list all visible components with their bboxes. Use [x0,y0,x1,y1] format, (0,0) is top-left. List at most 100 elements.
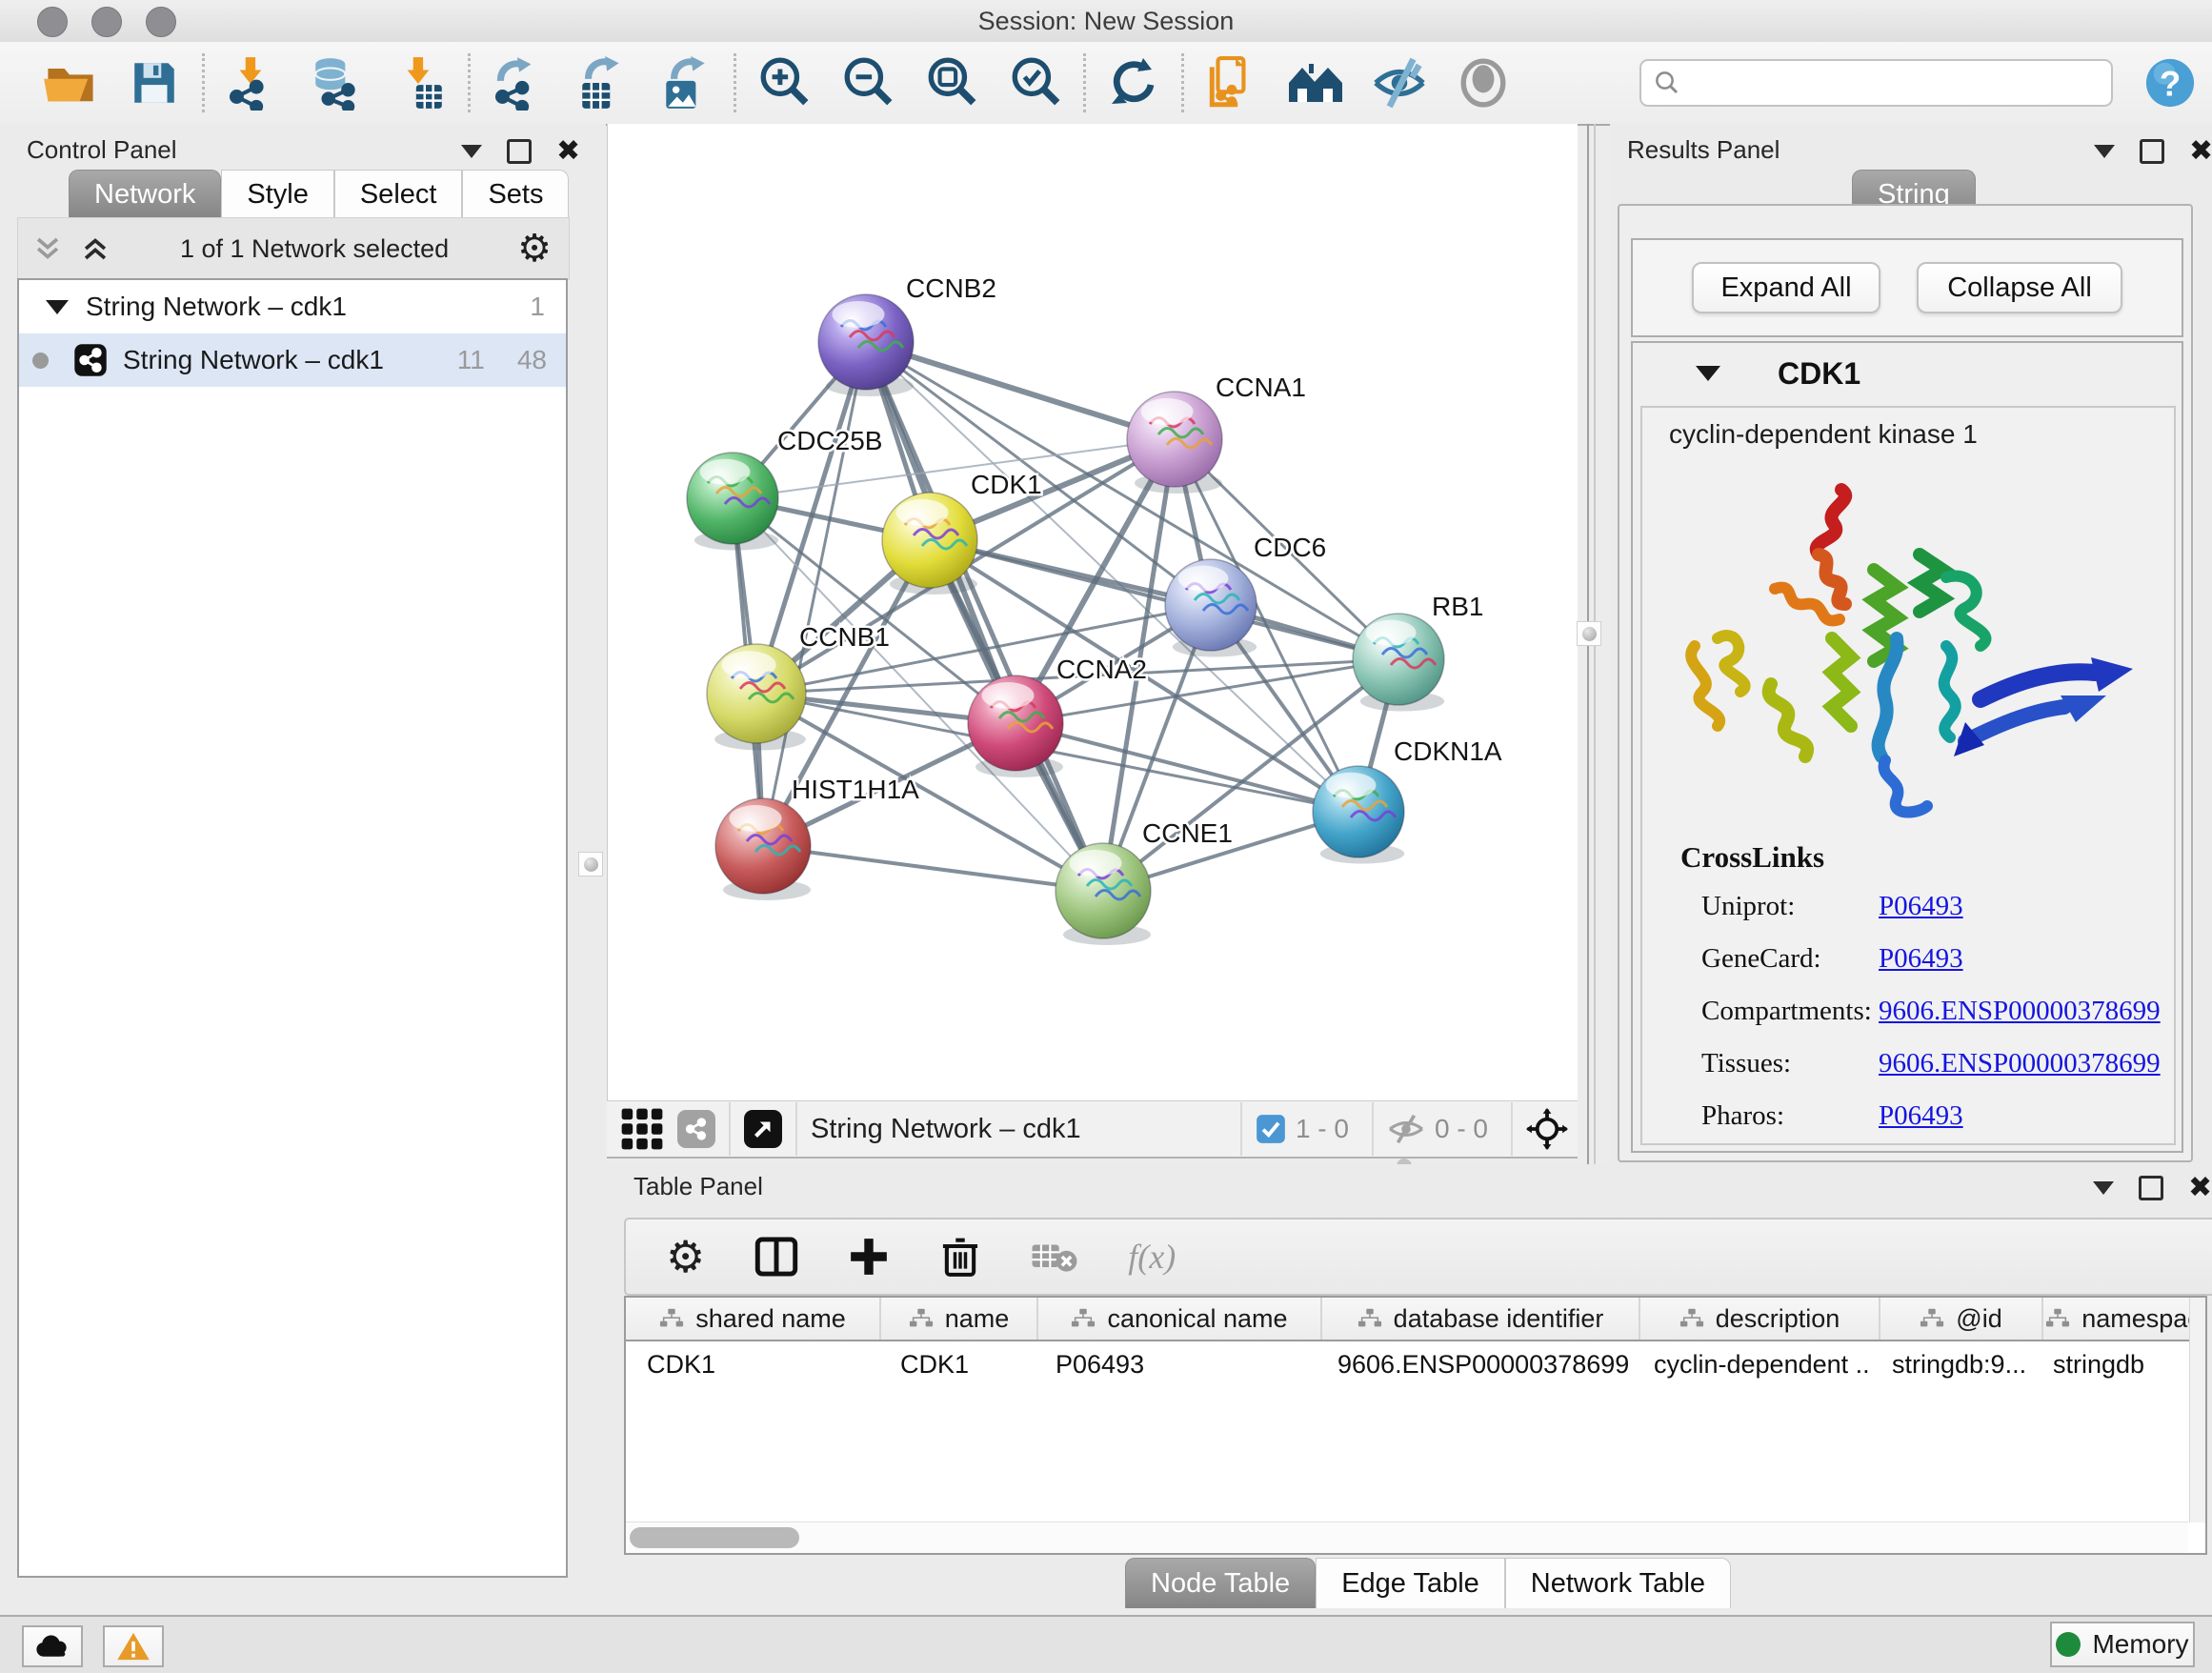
hide-glass-button[interactable] [1357,52,1441,113]
tab-select[interactable]: Select [334,170,463,218]
table-vertical-scrollbar[interactable] [2189,1298,2205,1522]
export-table-button[interactable] [560,52,644,113]
column-header--id[interactable]: @id [1879,1298,2041,1340]
import-network-file-button[interactable] [211,52,294,113]
hscrollbar-thumb[interactable] [630,1527,799,1548]
tab-network-table[interactable]: Network Table [1505,1558,1731,1608]
control-panel-close-icon[interactable]: ✖ [556,142,580,161]
crosslink-link[interactable]: 9606.ENSP00000378699 [1879,996,2161,1027]
crosshair-navigate-icon[interactable] [1526,1108,1568,1150]
network-node-CCNA1[interactable] [1127,392,1222,494]
share-view-icon[interactable] [677,1110,715,1148]
network-node-HIST1H1A[interactable] [715,798,811,900]
selected-checkbox-icon[interactable] [1256,1114,1286,1144]
help-button[interactable]: ? [2128,52,2212,113]
network-node-RB1[interactable] [1353,614,1444,712]
network-node-CDKN1A[interactable] [1313,766,1404,864]
create-column-plus-icon[interactable] [848,1236,890,1278]
table-options-gear-icon[interactable]: ⚙ [666,1231,705,1282]
show-columns-icon[interactable] [754,1235,798,1279]
network-edge[interactable] [763,846,1103,891]
tab-style[interactable]: Style [221,170,333,218]
network-canvas[interactable]: CCNB2CCNA1CDC25BCDK1CDC6RB1CCNB1CCNA2CDK… [607,124,1578,1100]
tab-node-table[interactable]: Node Table [1125,1558,1316,1608]
zoom-in-button[interactable] [742,52,826,113]
network-collection-row[interactable]: String Network – cdk1 1 [19,280,566,333]
delete-column-trash-icon[interactable] [939,1236,981,1278]
column-header-namespace[interactable]: namespace [2041,1298,2207,1340]
string-import-button[interactable] [1190,52,1274,113]
network-edge[interactable] [866,342,1103,891]
tree-expand-icon[interactable] [46,300,69,314]
warnings-button[interactable] [103,1625,164,1667]
network-options-gear-icon[interactable]: ⚙ [517,227,552,271]
expand-all-button[interactable]: Expand All [1692,262,1880,313]
tab-network[interactable]: Network [69,170,221,218]
results-panel-float-icon[interactable] [2140,139,2164,164]
column-header-description[interactable]: description [1639,1298,1879,1340]
table-row[interactable]: CDK1CDK1P064939606.ENSP00000378699cyclin… [626,1341,2205,1387]
network-node-CDK1[interactable] [882,493,977,595]
table-panel-collapse-icon[interactable] [2093,1181,2114,1195]
zoom-fit-button[interactable] [910,52,994,113]
results-panel-collapse-icon[interactable] [2094,145,2115,158]
export-network-button[interactable] [476,52,560,113]
left-splitter-handle[interactable] [578,852,603,877]
network-edge[interactable] [1016,723,1358,812]
string-home-button[interactable] [1274,52,1357,113]
network-node-CCNB2[interactable] [818,294,914,396]
grid-view-icon[interactable] [620,1107,664,1151]
table-cell[interactable]: stringdb [2032,1341,2205,1387]
table-panel-float-icon[interactable] [2139,1176,2163,1200]
collapse-all-networks-icon[interactable] [79,232,111,265]
toolbar-search-field[interactable] [1639,59,2113,107]
gene-collapse-icon[interactable] [1696,366,1720,381]
network-node-CDC6[interactable] [1165,559,1257,657]
network-row[interactable]: String Network – cdk1 11 48 [19,333,566,387]
results-splitter-handle[interactable] [1577,621,1601,646]
memory-button[interactable]: Memory [2050,1622,2195,1667]
network-edge[interactable] [930,540,1398,659]
table-cell[interactable]: 9606.ENSP00000378699 [1317,1341,1633,1387]
column-header-shared-name[interactable]: shared name [626,1298,879,1340]
table-horizontal-scrollbar[interactable] [626,1522,2188,1553]
expand-all-networks-icon[interactable] [31,232,64,265]
crosslink-link[interactable]: 9606.ENSP00000378699 [1879,1048,2161,1079]
network-node-CCNE1[interactable] [1056,843,1151,945]
collapse-all-button[interactable]: Collapse All [1917,262,2122,313]
table-cell[interactable]: cyclin-dependent ... [1633,1341,1871,1387]
network-node-CDC25B[interactable] [687,453,778,551]
network-edge[interactable] [763,342,866,846]
network-node-CCNA2[interactable] [968,675,1063,777]
save-session-button[interactable] [112,52,196,113]
column-header-canonical-name[interactable]: canonical name [1036,1298,1320,1340]
birdseye-navigator-icon[interactable] [744,1110,782,1148]
zoom-selected-button[interactable] [994,52,1077,113]
crosslink-link[interactable]: P06493 [1879,943,1963,975]
zoom-out-button[interactable] [826,52,910,113]
crosslink-link[interactable]: P06493 [1879,1100,1963,1132]
results-panel-close-icon[interactable]: ✖ [2189,142,2212,161]
tab-sets[interactable]: Sets [462,170,569,218]
column-header-name[interactable]: name [879,1298,1036,1340]
network-node-CCNB1[interactable] [707,644,806,750]
table-panel-close-icon[interactable]: ✖ [2188,1179,2212,1198]
export-image-button[interactable] [644,52,728,113]
column-header-database-identifier[interactable]: database identifier [1320,1298,1639,1340]
table-cell[interactable]: P06493 [1035,1341,1317,1387]
import-table-file-button[interactable] [378,52,462,113]
control-panel-collapse-icon[interactable] [461,145,482,158]
crosslink-link[interactable]: P06493 [1879,891,1963,922]
gene-section-header[interactable]: CDK1 [1633,343,2182,404]
protein-structure-image[interactable] [1660,455,2156,836]
import-network-database-button[interactable] [294,52,378,113]
open-session-button[interactable] [29,52,112,113]
refresh-view-button[interactable] [1092,52,1176,113]
search-input[interactable] [1681,68,2085,99]
table-cell[interactable]: CDK1 [879,1341,1035,1387]
tab-edge-table[interactable]: Edge Table [1316,1558,1505,1608]
table-cell[interactable]: stringdb:9... [1871,1341,2032,1387]
table-cell[interactable]: CDK1 [626,1341,879,1387]
cloud-button[interactable] [22,1625,83,1667]
control-panel-float-icon[interactable] [507,139,532,164]
